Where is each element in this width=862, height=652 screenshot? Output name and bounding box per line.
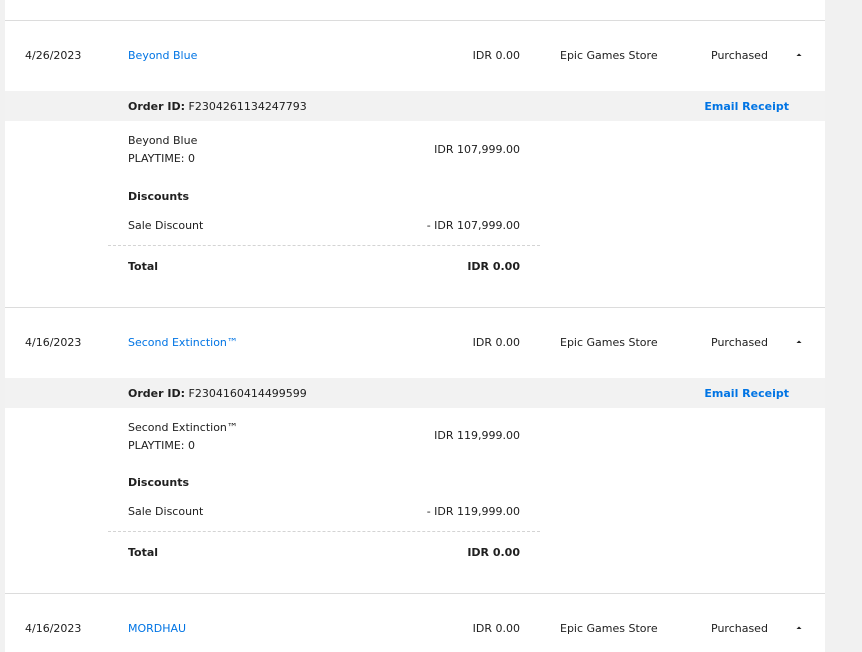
transaction-date: 4/16/2023 (25, 336, 82, 349)
transaction-price: IDR 0.00 (472, 336, 520, 349)
caret-up-icon[interactable] (793, 49, 805, 61)
transaction-store: Epic Games Store (560, 49, 658, 62)
discount-name: Sale Discount (128, 505, 204, 518)
transaction-date: 4/26/2023 (25, 49, 82, 62)
transaction-row[interactable]: 4/16/2023 MORDHAU IDR 0.00 Epic Games St… (5, 593, 825, 652)
caret-up-icon[interactable] (793, 336, 805, 348)
dashed-divider (108, 245, 540, 246)
transaction-status: Purchased (711, 622, 768, 635)
transaction-price: IDR 0.00 (472, 622, 520, 635)
discount-name: Sale Discount (128, 219, 204, 232)
transactions-panel: 4/26/2023 Beyond Blue IDR 0.00 Epic Game… (5, 0, 825, 652)
transaction-title-link[interactable]: Second Extinction™ (128, 336, 238, 349)
dashed-divider (108, 531, 540, 532)
total-label: Total (128, 260, 159, 273)
email-receipt-link[interactable]: Email Receipt (704, 100, 789, 113)
order-id-label: Order ID: (128, 100, 185, 113)
transaction-title-link[interactable]: Beyond Blue (128, 49, 197, 62)
total-label: Total (128, 546, 159, 559)
discounts-heading: Discounts (128, 476, 189, 489)
discounts-heading: Discounts (128, 190, 189, 203)
email-receipt-link[interactable]: Email Receipt (704, 387, 789, 400)
transaction-date: 4/16/2023 (25, 622, 82, 635)
order-id: Order ID: F2304261134247793 (128, 100, 307, 113)
item-name: Beyond Blue (128, 134, 198, 147)
order-id: Order ID: F2304160414499599 (128, 387, 307, 400)
total-value: IDR 0.00 (467, 260, 520, 273)
item-playtime: PLAYTIME: 0 (128, 152, 196, 165)
discount-value: - IDR 119,999.00 (426, 505, 520, 518)
transaction-price: IDR 0.00 (472, 49, 520, 62)
order-id-label: Order ID: (128, 387, 185, 400)
transaction-store: Epic Games Store (560, 622, 658, 635)
item-playtime: PLAYTIME: 0 (128, 439, 196, 452)
transaction-row[interactable]: 4/26/2023 Beyond Blue IDR 0.00 Epic Game… (5, 20, 825, 90)
transaction-store: Epic Games Store (560, 336, 658, 349)
order-id-value: F2304160414499599 (188, 387, 307, 400)
order-id-bar: Order ID: F2304261134247793 Email Receip… (5, 91, 825, 121)
transaction-title-link[interactable]: MORDHAU (128, 622, 186, 635)
discount-value: - IDR 107,999.00 (426, 219, 520, 232)
total-value: IDR 0.00 (467, 546, 520, 559)
item-price: IDR 119,999.00 (434, 429, 520, 442)
transaction-status: Purchased (711, 336, 768, 349)
order-id-bar: Order ID: F2304160414499599 Email Receip… (5, 378, 825, 408)
item-price: IDR 107,999.00 (434, 143, 520, 156)
caret-up-icon[interactable] (793, 622, 805, 634)
transaction-status: Purchased (711, 49, 768, 62)
order-id-value: F2304261134247793 (188, 100, 307, 113)
transaction-row[interactable]: 4/16/2023 Second Extinction™ IDR 0.00 Ep… (5, 307, 825, 377)
item-name: Second Extinction™ (128, 421, 238, 434)
